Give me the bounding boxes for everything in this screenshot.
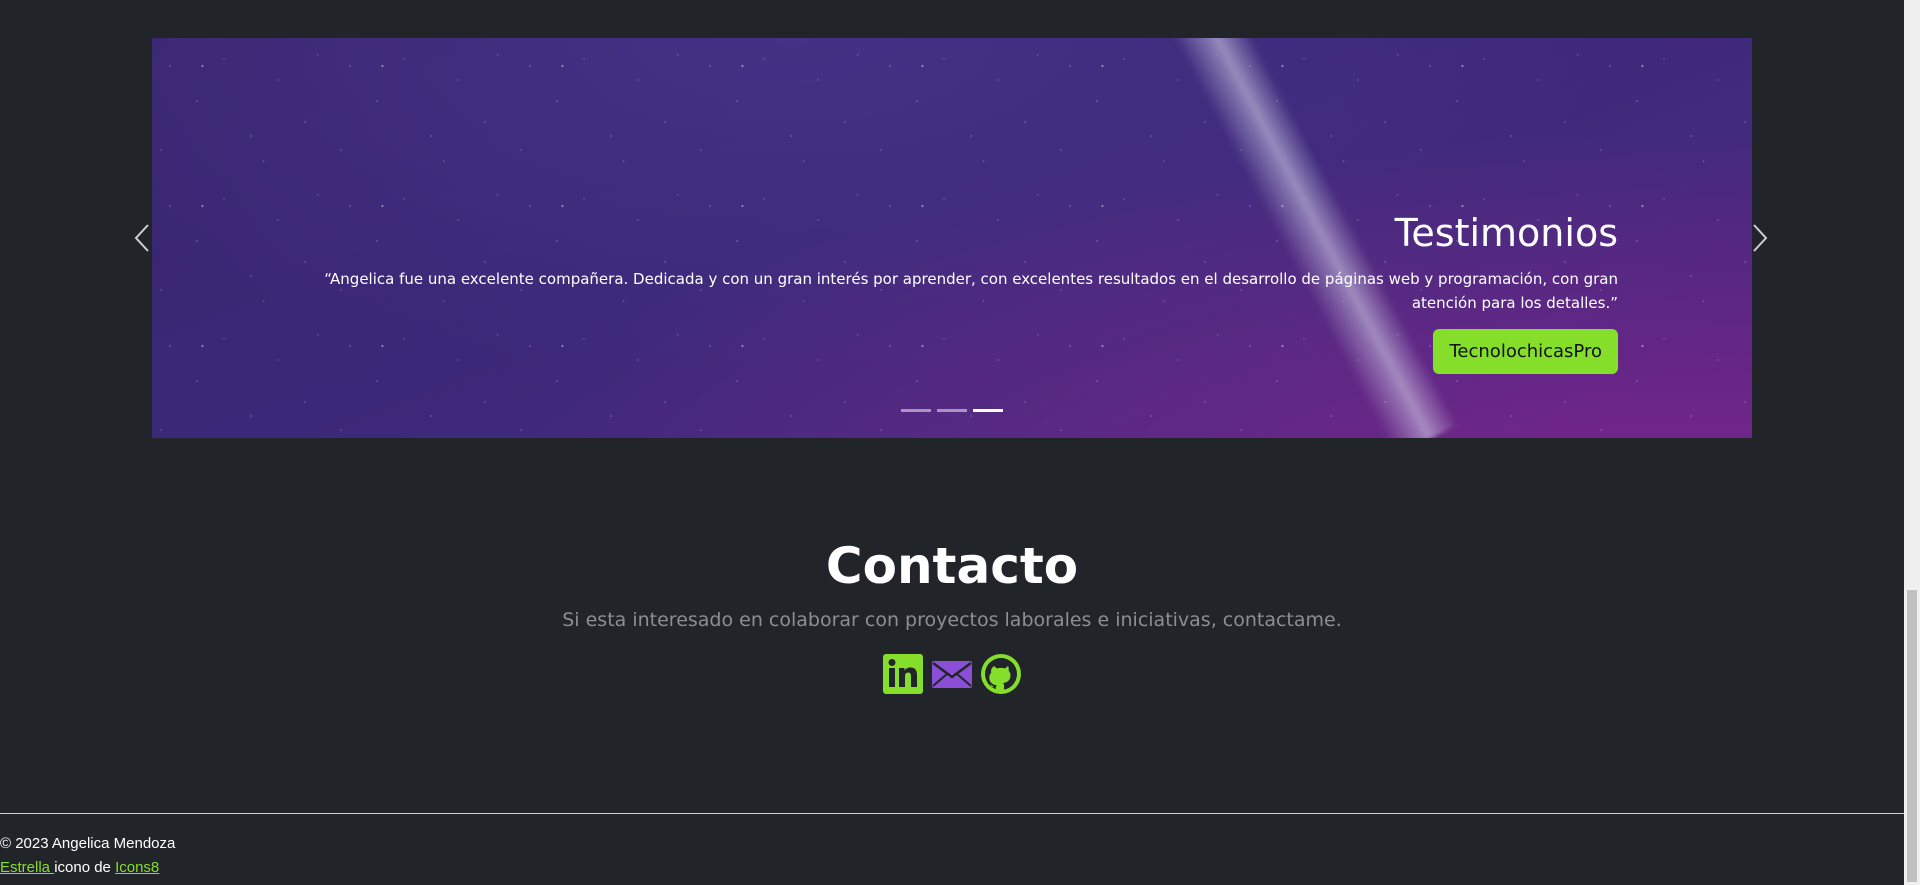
tecnolochicaspro-button[interactable]: TecnolochicasPro [1433,328,1618,374]
carousel-title: Testimonios [1394,211,1618,255]
email-icon[interactable] [931,653,973,695]
testimonials-carousel: Testimonios “Angelica fue una excelente … [152,38,1752,438]
contact-section: Contacto Si esta interesado en colaborar… [0,535,1904,695]
icon-credit: Estrella icono de Icons8 [0,856,1904,880]
chevron-right-icon [1753,224,1768,252]
carousel-next-button[interactable] [1748,218,1772,258]
credit-text: icono de [54,859,116,876]
carousel-indicator-1[interactable] [901,409,931,412]
estrella-link[interactable]: Estrella [0,859,54,876]
copyright-text: © 2023 Angelica Mendoza [0,835,176,852]
contact-icons [0,653,1904,695]
chevron-left-icon [134,224,149,252]
scrollbar-thumb[interactable] [1907,590,1917,882]
footer: © 2023 Angelica Mendoza Estrella icono d… [0,813,1904,880]
testimonial-quote: “Angelica fue una excelente compañera. D… [324,269,1618,312]
github-icon[interactable] [980,653,1022,695]
icons8-link[interactable]: Icons8 [115,859,159,876]
page: Testimonios “Angelica fue una excelente … [0,0,1920,885]
carousel-caption: Testimonios “Angelica fue una excelente … [278,211,1618,374]
contact-title: Contacto [825,537,1079,595]
contact-subtitle: Si esta interesado en colaborar con proy… [562,609,1342,631]
carousel-indicators [152,409,1752,412]
linkedin-icon[interactable] [882,653,924,695]
vertical-scrollbar[interactable] [1904,0,1920,885]
carousel-indicator-2[interactable] [937,409,967,412]
carousel-prev-button[interactable] [130,218,154,258]
carousel-indicator-3[interactable] [973,409,1003,412]
